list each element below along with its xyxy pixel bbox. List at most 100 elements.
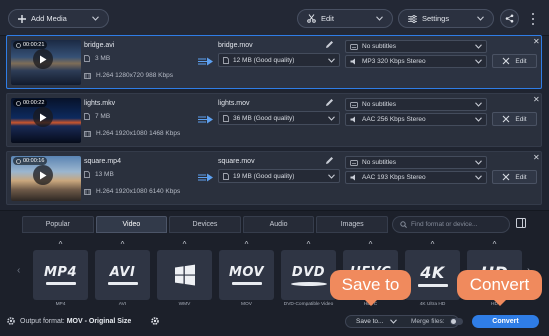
remove-file-icon[interactable]: ✕: [533, 95, 540, 104]
edit-file-button[interactable]: Edit: [492, 54, 537, 68]
source-size: 3 MB: [84, 55, 110, 62]
rename-pencil-icon[interactable]: [325, 40, 334, 49]
save-to-label: Save to...: [356, 318, 384, 325]
play-button[interactable]: [33, 107, 53, 127]
convert-button[interactable]: Convert: [472, 315, 539, 328]
merge-files-toggle[interactable]: [450, 318, 463, 325]
output-format-label: Output format:: [20, 318, 65, 325]
tab-images[interactable]: Images: [316, 216, 388, 233]
chevron-up-icon: ^: [58, 240, 63, 249]
duration-text: 00:00:16: [23, 158, 45, 164]
plus-icon: [18, 14, 26, 23]
duration-text: 00:00:22: [23, 100, 45, 106]
subtitles-dropdown[interactable]: No subtitles: [345, 156, 487, 169]
edit-file-button[interactable]: Edit: [492, 170, 537, 184]
format-settings-gear-icon[interactable]: [150, 316, 160, 326]
format-logo-box: 4K: [405, 250, 460, 300]
subtitles-icon: [350, 101, 358, 108]
format-search-input[interactable]: Find format or device...: [392, 216, 510, 233]
audio-track-dropdown[interactable]: MP3 320 Kbps Stereo: [345, 55, 487, 68]
format-tile-mov[interactable]: ^ MOV MOV: [219, 241, 274, 311]
rename-pencil-icon[interactable]: [325, 98, 334, 107]
audio-track-dropdown[interactable]: AAC 193 Kbps Stereo: [345, 171, 487, 184]
add-media-label: Add Media: [31, 14, 67, 23]
output-file-name[interactable]: lights.mov: [218, 100, 250, 107]
edit-file-label: Edit: [515, 173, 527, 181]
format-logo: 4K: [420, 263, 445, 282]
file-icon: [223, 172, 229, 180]
output-file-name[interactable]: bridge.mov: [218, 42, 253, 49]
clock-icon: [16, 158, 21, 164]
file-icon: [223, 56, 229, 64]
audio-track-text: MP3 320 Kbps Stereo: [362, 58, 426, 65]
chevron-down-icon: [92, 16, 99, 21]
subtitles-text: No subtitles: [362, 101, 396, 108]
audio-icon: [350, 116, 355, 123]
convert-arrow-icon: [198, 57, 213, 66]
logo-stripe: [231, 282, 262, 285]
settings-menu-button[interactable]: Settings: [398, 9, 494, 28]
chevron-down-icon: [328, 173, 335, 179]
source-size-text: 7 MB: [95, 113, 111, 120]
more-options-icon[interactable]: [529, 11, 537, 27]
format-logo-box: MP4: [33, 250, 88, 300]
subtitles-text: No subtitles: [362, 159, 396, 166]
film-icon: [84, 72, 91, 79]
rename-pencil-icon[interactable]: [325, 156, 334, 165]
tab-video[interactable]: Video: [95, 216, 168, 233]
collapse-panel-icon[interactable]: [516, 218, 526, 228]
subtitles-icon: [350, 159, 358, 166]
tab-popular[interactable]: Popular: [22, 216, 94, 233]
subtitles-dropdown[interactable]: No subtitles: [345, 98, 487, 111]
chevron-up-icon: ^: [368, 240, 373, 249]
tab-audio[interactable]: Audio: [242, 216, 315, 233]
file-row[interactable]: 00:00:21 bridge.avi 3 MB H.264 1280x720 988…: [6, 35, 542, 89]
output-file-name[interactable]: square.mov: [218, 158, 255, 165]
play-icon: [40, 171, 47, 179]
chevron-down-icon: [328, 115, 335, 121]
file-row[interactable]: 00:00:16 square.mp4 13 MB H.264 1920x1080 6…: [6, 151, 542, 205]
file-icon: [84, 113, 90, 120]
format-tile-avi[interactable]: ^ AVI AVI: [95, 241, 150, 311]
source-size: 7 MB: [84, 113, 110, 120]
output-format-value: MOV - Original Size: [66, 318, 132, 325]
file-icon: [223, 114, 229, 122]
format-caption: MP4: [55, 302, 66, 307]
format-tile-mp4[interactable]: ^ MP4 MP4: [33, 241, 88, 311]
chevron-up-icon: ^: [430, 240, 435, 249]
chevron-up-icon: ^: [120, 240, 125, 249]
format-tile-4k[interactable]: ^ 4K 4K Ultra HD: [405, 241, 460, 311]
output-quality-dropdown[interactable]: 12 MB (Good quality): [218, 53, 340, 67]
format-caption: AVI: [118, 302, 127, 307]
source-file-name: lights.mkv: [84, 100, 116, 107]
gear-icon[interactable]: [6, 316, 16, 326]
tab-devices[interactable]: Devices: [169, 216, 241, 233]
share-button[interactable]: [500, 9, 519, 28]
play-button[interactable]: [33, 165, 53, 185]
output-quality-dropdown[interactable]: 36 MB (Good quality): [218, 111, 340, 125]
merge-files-label: Merge files:: [411, 318, 445, 325]
edit-menu-button[interactable]: Edit: [297, 9, 393, 28]
play-button[interactable]: [33, 49, 53, 69]
format-caption: DVD-Compatible Video: [283, 302, 334, 307]
tools-icon: [503, 57, 510, 65]
film-icon: [84, 130, 91, 137]
file-row[interactable]: 00:00:22 lights.mkv 7 MB H.264 1920x1080 14…: [6, 93, 542, 147]
subtitles-text: No subtitles: [362, 43, 396, 50]
format-tile-wmv[interactable]: ^ WMV: [157, 241, 212, 311]
format-tile-dvd[interactable]: ^ DVD DVD-Compatible Video: [281, 241, 336, 311]
subtitles-dropdown[interactable]: No subtitles: [345, 40, 487, 53]
source-file-name: square.mp4: [84, 158, 121, 165]
add-media-button[interactable]: Add Media: [8, 9, 109, 28]
settings-sliders-icon: [408, 14, 417, 23]
format-grid: ^ MP4 MP4 ^ AVI AVI ^ WMV ^ MOV MOV ^ DV…: [33, 241, 523, 311]
scroll-left-icon[interactable]: ‹: [17, 265, 20, 276]
audio-icon: [350, 174, 355, 181]
edit-file-button[interactable]: Edit: [492, 112, 537, 126]
chevron-up-icon: ^: [306, 240, 311, 249]
remove-file-icon[interactable]: ✕: [533, 153, 540, 162]
audio-track-dropdown[interactable]: AAC 256 Kbps Stereo: [345, 113, 487, 126]
tools-icon: [503, 173, 510, 181]
output-quality-dropdown[interactable]: 19 MB (Good quality): [218, 169, 340, 183]
remove-file-icon[interactable]: ✕: [533, 37, 540, 46]
